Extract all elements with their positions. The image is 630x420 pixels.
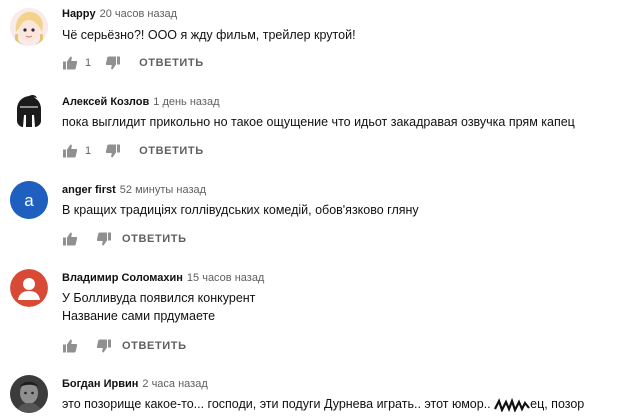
avatar[interactable]: a: [10, 181, 48, 219]
timestamp[interactable]: 2 часа назад: [142, 378, 207, 390]
timestamp[interactable]: 1 день назад: [153, 96, 219, 108]
comment-meta: Богдан Ирвин 2 часа назад: [62, 377, 208, 391]
thumb-down-icon[interactable]: [105, 143, 121, 159]
thumb-up-icon[interactable]: [62, 231, 78, 247]
comment-actions: 1 ОТВЕТИТЬ: [62, 55, 204, 71]
thumb-down-icon[interactable]: [96, 338, 112, 354]
photo-avatar-icon: [10, 375, 48, 413]
default-user-avatar-icon: [10, 269, 48, 307]
thumb-up-icon[interactable]: [62, 143, 78, 159]
letter-avatar-icon: a: [10, 181, 48, 219]
reply-button[interactable]: ОТВЕТИТЬ: [139, 145, 204, 157]
comment-meta: Владимир Соломахин 15 часов назад: [62, 271, 264, 285]
comment-text: это позорище какое-то... господи, эти по…: [62, 395, 622, 413]
comment-line: У Болливуда появился конкурент: [62, 291, 256, 305]
comment-meta: anger first 52 минуты назад: [62, 183, 206, 197]
author-name[interactable]: anger first: [62, 184, 116, 196]
like-count: 1: [85, 57, 92, 69]
comment-text: В кращих традиціях голлівудських комедій…: [62, 201, 419, 219]
reply-button[interactable]: ОТВЕТИТЬ: [122, 233, 187, 245]
author-name[interactable]: Богдан Ирвин: [62, 378, 138, 390]
reply-button[interactable]: ОТВЕТИТЬ: [122, 340, 187, 352]
thumb-down-icon[interactable]: [96, 231, 112, 247]
author-name[interactable]: Алексей Козлов: [62, 96, 149, 108]
timestamp[interactable]: 15 часов назад: [187, 272, 264, 284]
thumb-up-icon[interactable]: [62, 55, 78, 71]
avatar[interactable]: [10, 93, 48, 131]
comment-meta: Алексей Козлов 1 день назад: [62, 95, 220, 109]
avatar[interactable]: [10, 269, 48, 307]
comment-line: В кращих традиціях голлівудських комедій…: [62, 203, 419, 217]
comment-actions: 1 ОТВЕТИТЬ: [62, 143, 204, 159]
svg-text:a: a: [24, 191, 34, 210]
comment-line: это позорище какое-то... господи, эти по…: [62, 397, 491, 411]
comment-actions: ОТВЕТИТЬ: [62, 231, 187, 247]
comment-text: Чё серьёзно?! ООО я жду фильм, трейлер к…: [62, 26, 356, 44]
comment-line: ец, позор: [530, 397, 585, 411]
comment-text: пока выглидит прикольно но такое ощущени…: [62, 113, 575, 131]
comment-line: Чё серьёзно?! ООО я жду фильм, трейлер к…: [62, 28, 356, 42]
comment-meta: Happy 20 часов назад: [62, 7, 177, 21]
comment-actions: ОТВЕТИТЬ: [62, 338, 187, 354]
comment-text: У Болливуда появился конкурент Название …: [62, 289, 255, 325]
comment-line: пока выглидит прикольно но такое ощущени…: [62, 115, 575, 129]
author-name[interactable]: Happy: [62, 8, 96, 20]
timestamp[interactable]: 20 часов назад: [100, 8, 177, 20]
like-count: 1: [85, 145, 92, 157]
thumb-down-icon[interactable]: [105, 55, 121, 71]
reply-button[interactable]: ОТВЕТИТЬ: [139, 57, 204, 69]
spartan-helmet-avatar-icon: [10, 93, 48, 131]
avatar[interactable]: [10, 8, 48, 46]
timestamp[interactable]: 52 минуты назад: [120, 184, 206, 196]
cartoon-girl-avatar-icon: [10, 8, 48, 46]
censor-scribble-icon: [494, 397, 530, 413]
comment-line: Название сами прдумаете: [62, 309, 216, 323]
thumb-up-icon[interactable]: [62, 338, 78, 354]
author-name[interactable]: Владимир Соломахин: [62, 272, 183, 284]
avatar[interactable]: [10, 375, 48, 413]
